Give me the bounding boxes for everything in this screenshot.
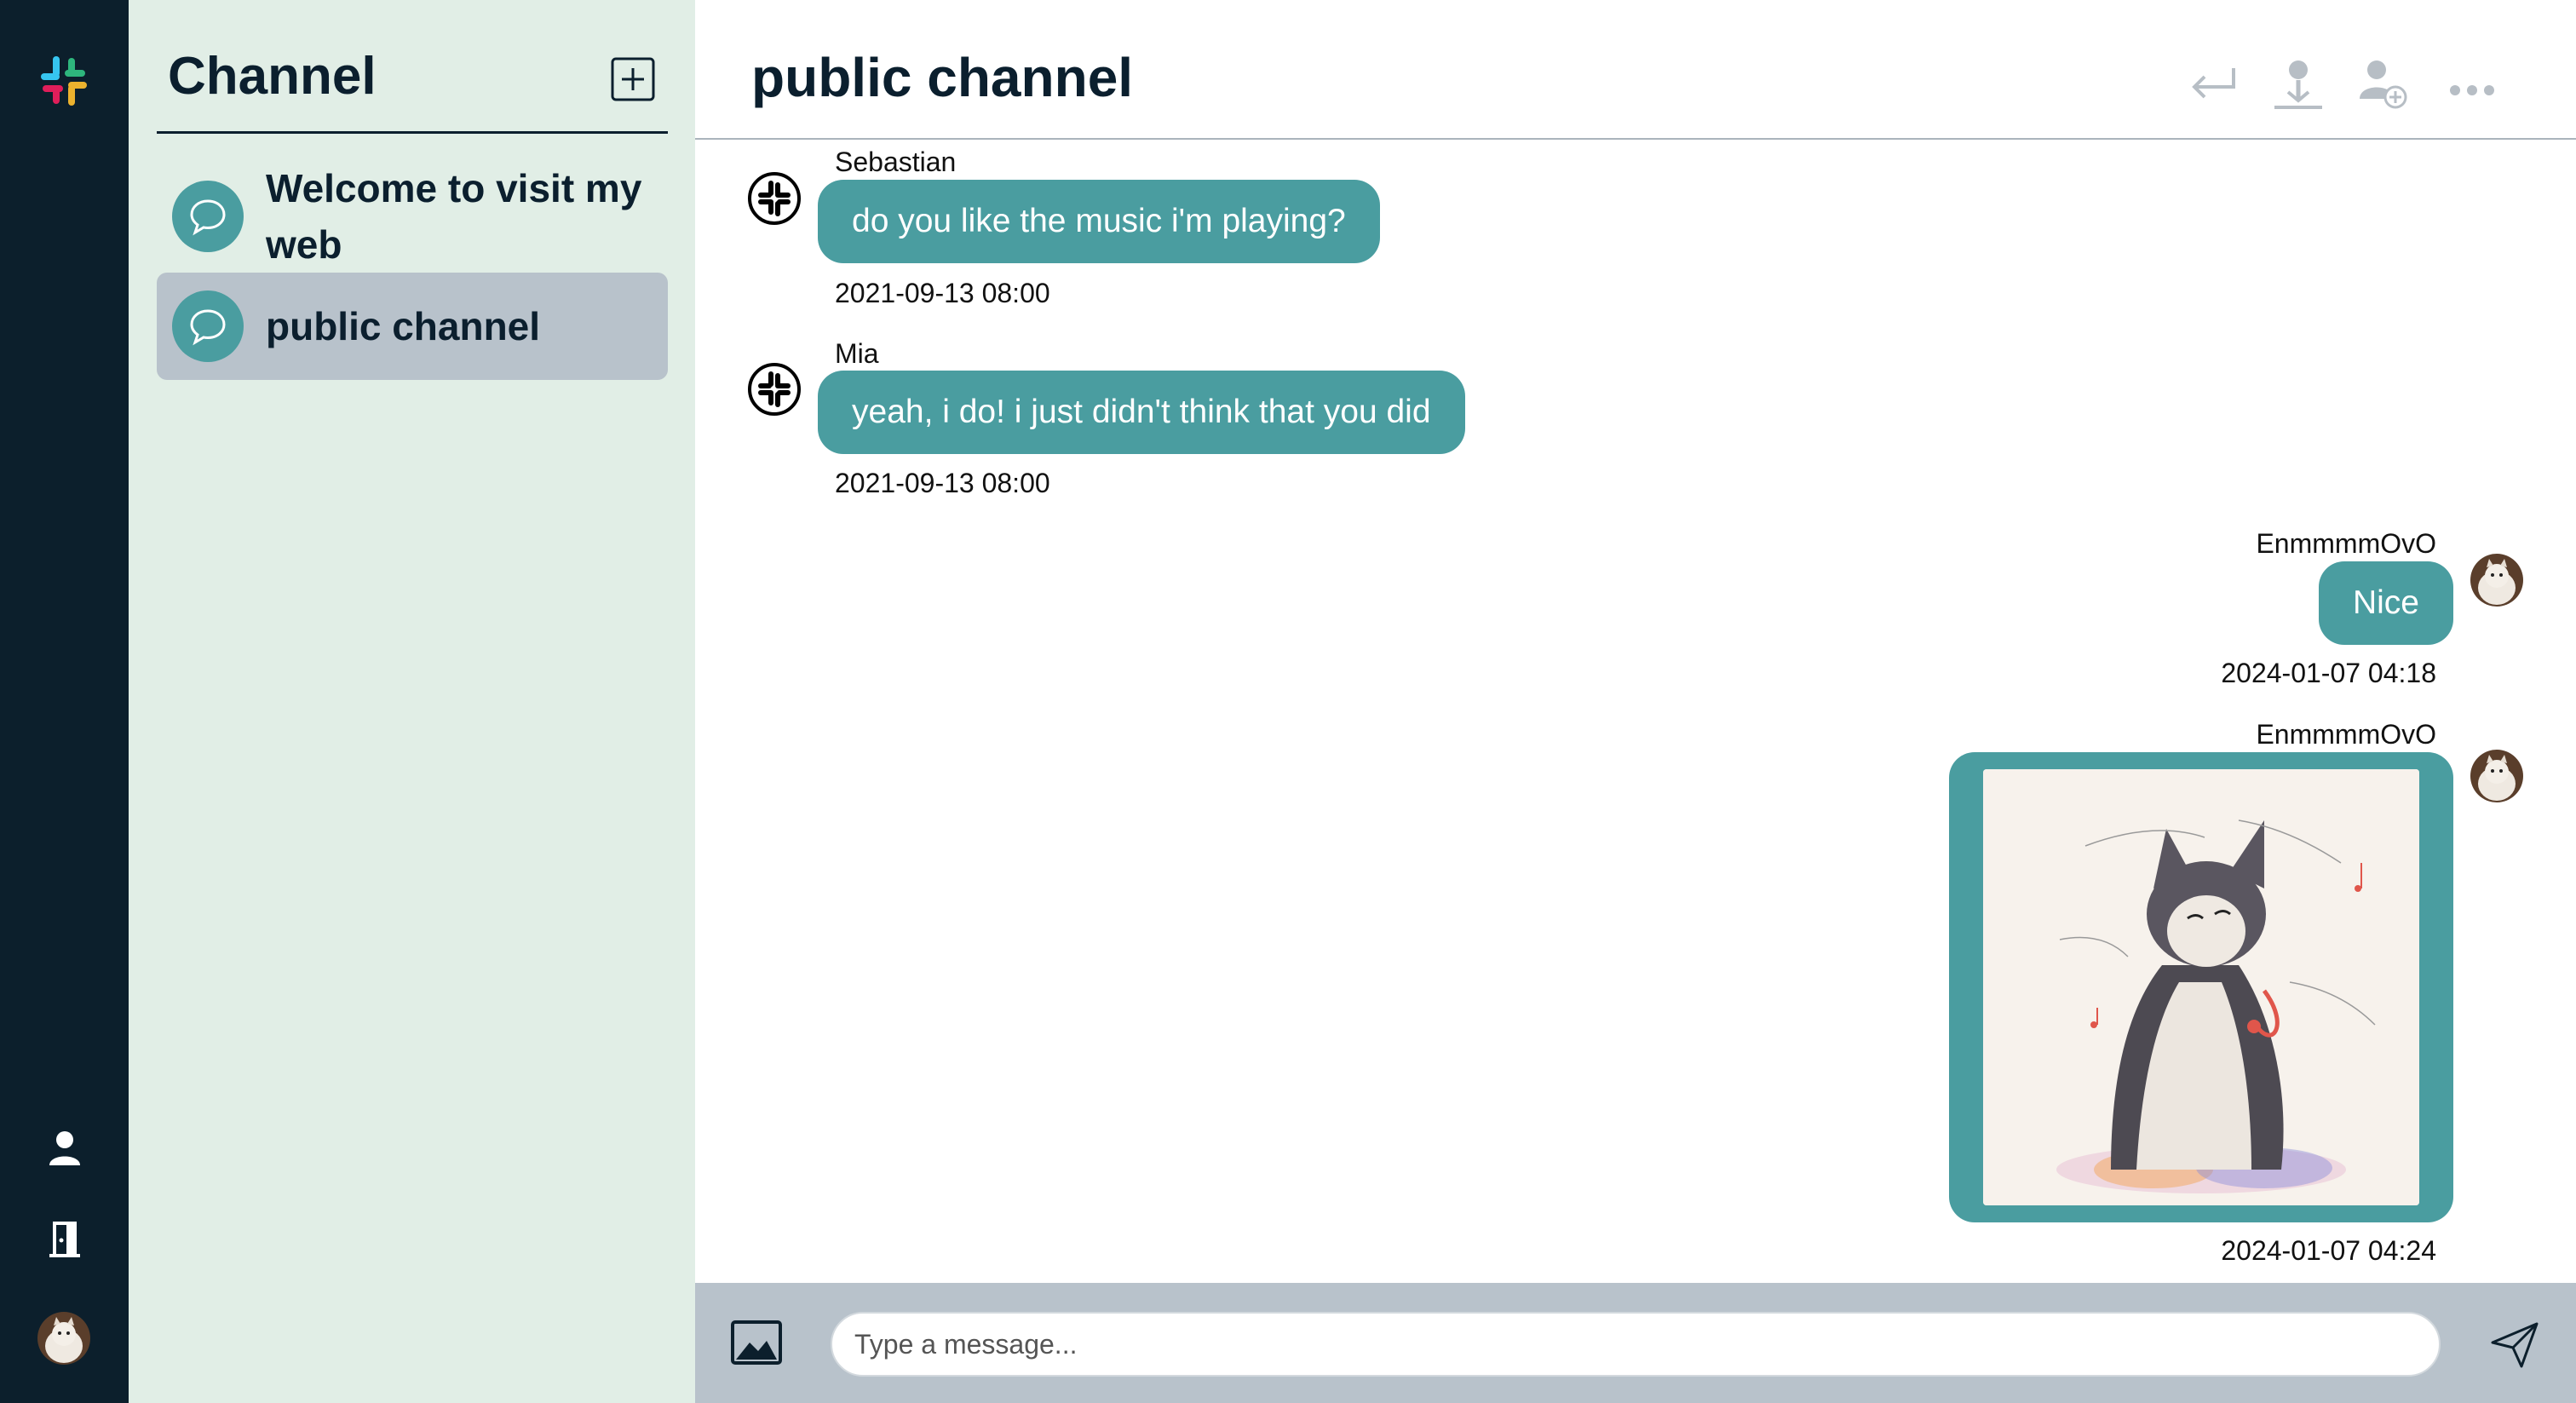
message-timestamp: 2021-09-13 08:00 bbox=[835, 278, 1050, 308]
logout-button[interactable] bbox=[43, 1216, 87, 1261]
back-button[interactable] bbox=[2184, 56, 2242, 114]
sender-avatar-logo-icon bbox=[748, 172, 801, 225]
more-dots-icon bbox=[2450, 85, 2494, 95]
message-bubble[interactable]: do you like the music i'm playing? bbox=[818, 180, 1380, 263]
user-icon bbox=[49, 1131, 80, 1165]
channel-item-label: Welcome to visit my web bbox=[266, 166, 642, 267]
profile-button[interactable] bbox=[43, 1126, 87, 1170]
channel-item-public[interactable]: public channel bbox=[157, 273, 668, 380]
sidebar-divider bbox=[157, 131, 668, 134]
header-divider bbox=[695, 138, 2576, 140]
message-timestamp: 2021-09-13 08:00 bbox=[835, 468, 1050, 498]
return-arrow-icon bbox=[2192, 68, 2235, 99]
sidebar-title: Channel bbox=[168, 47, 377, 106]
user-stand-icon bbox=[2274, 60, 2322, 109]
chat-bubble-icon bbox=[172, 181, 244, 252]
message-sender: EnmmmmOvO bbox=[2256, 719, 2436, 750]
send-paper-plane-icon bbox=[2491, 1322, 2539, 1368]
channel-item-label: public channel bbox=[266, 304, 541, 348]
message-timestamp: 2024-01-07 04:24 bbox=[2221, 1235, 2436, 1266]
image-icon bbox=[731, 1320, 782, 1365]
current-user-avatar[interactable] bbox=[37, 1312, 90, 1365]
message-composer bbox=[695, 1283, 2576, 1403]
sender-avatar bbox=[2470, 554, 2523, 607]
add-user-icon bbox=[2360, 60, 2407, 109]
message-timestamp: 2024-01-07 04:18 bbox=[2221, 658, 2436, 688]
image-message-bubble[interactable] bbox=[1949, 752, 2453, 1222]
message-bubble[interactable]: Nice bbox=[2318, 561, 2453, 645]
plus-square-icon bbox=[611, 57, 655, 101]
send-button[interactable] bbox=[2487, 1317, 2542, 1371]
chat-bubble-icon bbox=[172, 290, 244, 362]
sender-avatar-logo-icon bbox=[748, 363, 801, 416]
message-input[interactable] bbox=[831, 1312, 2441, 1377]
message-sender: Mia bbox=[835, 338, 879, 369]
door-exit-icon bbox=[49, 1222, 80, 1257]
channel-title: public channel bbox=[751, 47, 1134, 108]
sender-avatar bbox=[2470, 750, 2523, 802]
members-button[interactable] bbox=[2269, 56, 2327, 114]
app-logo-icon[interactable] bbox=[36, 53, 92, 109]
add-channel-button[interactable] bbox=[610, 56, 656, 102]
message-bubble[interactable]: yeah, i do! i just didn't think that you… bbox=[818, 371, 1465, 454]
more-options-button[interactable] bbox=[2443, 56, 2501, 114]
add-member-button[interactable] bbox=[2355, 56, 2412, 114]
channel-item-welcome[interactable]: Welcome to visit my web bbox=[157, 158, 668, 273]
channel-sidebar: Channel Welcome to visit my web public c… bbox=[129, 0, 695, 1403]
message-sender: EnmmmmOvO bbox=[2256, 528, 2436, 559]
chat-main: public channel Sebastian do you like the… bbox=[695, 0, 2576, 1403]
singing-cat-image[interactable] bbox=[1983, 769, 2419, 1205]
app-rail bbox=[0, 0, 129, 1403]
message-sender: Sebastian bbox=[835, 147, 957, 177]
attach-image-button[interactable] bbox=[731, 1319, 782, 1366]
